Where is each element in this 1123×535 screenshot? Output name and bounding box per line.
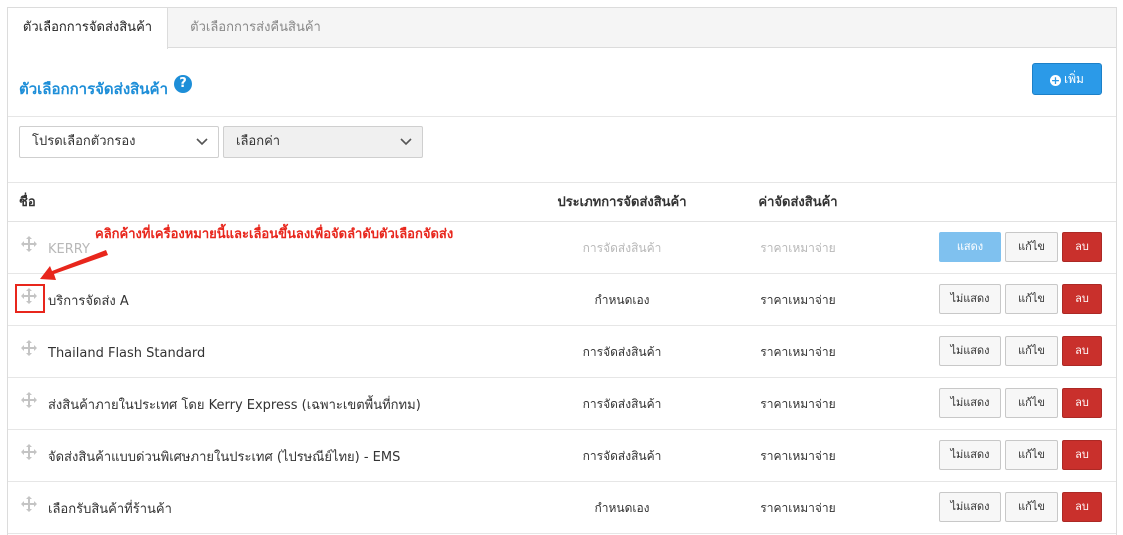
value-select-value: เลือกค่า [236,134,281,149]
row-shipping-cost: ราคาเหมาจ่าย [760,345,836,359]
edit-button[interactable]: แก้ไข [1005,440,1058,470]
question-circle-icon[interactable]: ? [174,75,192,93]
row-shipping-cost: ราคาเหมาจ่าย [760,397,836,411]
edit-button[interactable]: แก้ไข [1005,232,1058,262]
visibility-toggle-button[interactable]: ไม่แสดง [939,336,1001,366]
filter-row: โปรดเลือกตัวกรอง เลือกค่า [8,118,1116,183]
delete-button[interactable]: ลบ [1062,492,1102,522]
column-header-type: ประเภทการจัดส่งสินค้า [557,195,687,210]
drag-move-icon[interactable] [21,392,37,408]
table-row: Thailand Flash Standard การจัดส่งสินค้า รา… [8,326,1116,378]
row-shipping-type: กำหนดเอง [594,501,650,515]
edit-button[interactable]: แก้ไข [1005,492,1058,522]
tab-shipping-options[interactable]: ตัวเลือกการจัดส่งสินค้า [8,8,168,49]
table-row: ส่งสินค้าภายในประเทศ โดย Kerry Express (… [8,378,1116,430]
filter-select-value: โปรดเลือกตัวกรอง [32,134,136,149]
plus-circle-icon: + [1050,74,1062,87]
row-shipping-cost: ราคาเหมาจ่าย [760,501,836,515]
row-shipping-type: การจัดส่งสินค้า [582,449,662,463]
table-row: จัดส่งสินค้าแบบด่วนพิเศษภายในประเทศ (ไปร… [8,430,1116,482]
drag-move-icon[interactable] [21,444,37,460]
delete-button[interactable]: ลบ [1062,440,1102,470]
visibility-toggle-button[interactable]: ไม่แสดง [939,284,1001,314]
edit-button[interactable]: แก้ไข [1005,284,1058,314]
delete-button[interactable]: ลบ [1062,284,1102,314]
add-button[interactable]: + เพิ่ม [1032,63,1102,95]
visibility-toggle-button[interactable]: แสดง [939,232,1001,262]
edit-button[interactable]: แก้ไข [1005,388,1058,418]
table-row: บริการจัดส่ง A กำหนดเอง ราคาเหมาจ่าย ไม่แสด… [8,274,1116,326]
drag-move-icon[interactable] [21,236,37,252]
chevron-down-icon [400,127,412,169]
value-select[interactable]: เลือกค่า [223,126,423,158]
row-name: Thailand Flash Standard [48,346,206,361]
filter-select[interactable]: โปรดเลือกตัวกรอง [19,126,219,158]
column-header-cost: ค่าจัดส่งสินค้า [758,195,838,210]
chevron-down-icon [196,127,208,169]
annotation-text: คลิกค้างที่เครื่องหมายนี้และเลื่อนขึ้นลง… [95,227,454,242]
row-name: เลือกรับสินค้าที่ร้านค้า [48,502,172,517]
visibility-toggle-button[interactable]: ไม่แสดง [939,388,1001,418]
row-name: จัดส่งสินค้าแบบด่วนพิเศษภายในประเทศ (ไปร… [48,450,401,465]
row-shipping-cost: ราคาเหมาจ่าย [760,241,836,255]
row-shipping-type: การจัดส่งสินค้า [582,397,662,411]
edit-button[interactable]: แก้ไข [1005,336,1058,366]
visibility-toggle-button[interactable]: ไม่แสดง [939,440,1001,470]
row-shipping-type: การจัดส่งสินค้า [582,241,662,255]
delete-button[interactable]: ลบ [1062,336,1102,366]
column-header-name: ชื่อ [19,195,36,210]
panel-header: ตัวเลือกการจัดส่งสินค้า ? + เพิ่ม [8,49,1116,117]
delete-button[interactable]: ลบ [1062,232,1102,262]
drag-move-icon[interactable] [21,496,37,512]
row-shipping-type: การจัดส่งสินค้า [582,345,662,359]
tab-bar: ตัวเลือกการจัดส่งสินค้า ตัวเลือกการส่งคื… [8,8,1116,49]
row-name: ส่งสินค้าภายในประเทศ โดย Kerry Express (… [48,398,421,413]
row-shipping-cost: ราคาเหมาจ่าย [760,293,836,307]
row-shipping-cost: ราคาเหมาจ่าย [760,449,836,463]
page-title: ตัวเลือกการจัดส่งสินค้า [19,80,169,98]
shipping-options-panel: ตัวเลือกการจัดส่งสินค้า ตัวเลือกการส่งคื… [7,7,1117,535]
row-shipping-type: กำหนดเอง [594,293,650,307]
table-row: เลือกรับสินค้าที่ร้านค้า กำหนดเอง ราคาเหมา… [8,482,1116,534]
tab-return-options[interactable]: ตัวเลือกการส่งคืนสินค้า [168,8,343,48]
drag-move-icon[interactable] [21,340,37,356]
delete-button[interactable]: ลบ [1062,388,1102,418]
drag-handle-highlight [15,284,45,313]
annotation-arrow-icon [40,250,108,280]
visibility-toggle-button[interactable]: ไม่แสดง [939,492,1001,522]
add-button-label: เพิ่ม [1064,72,1084,86]
